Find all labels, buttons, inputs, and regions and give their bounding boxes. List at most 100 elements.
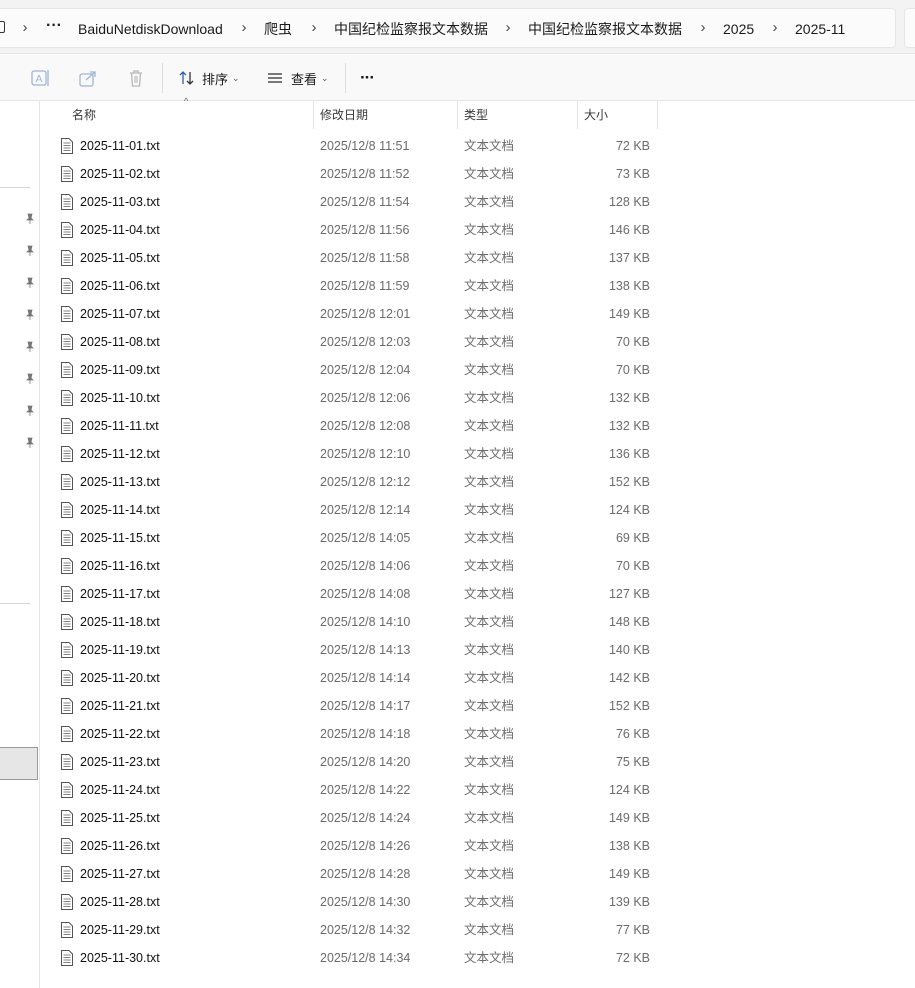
file-modified-date: 2025/12/8 14:24 xyxy=(320,811,411,825)
file-size: 77 KB xyxy=(615,923,650,937)
file-name: 2025-11-08.txt xyxy=(80,335,160,349)
chevron-right-icon[interactable]: › xyxy=(768,18,782,38)
text-file-icon xyxy=(61,838,73,854)
breadcrumb-item-text-data-2[interactable]: 中国纪检监察报文本数据 xyxy=(528,19,682,39)
file-name: 2025-11-19.txt xyxy=(80,643,160,657)
sort-icon xyxy=(179,71,194,85)
pin-icon[interactable] xyxy=(24,309,36,321)
pin-icon[interactable] xyxy=(24,373,36,385)
more-options-button[interactable]: ··· xyxy=(360,66,375,90)
file-row[interactable]: 2025-11-25.txt 2025/12/8 14:24 文本文档 149 KB xyxy=(55,804,658,832)
file-row[interactable]: 2025-11-26.txt 2025/12/8 14:26 文本文档 138 KB xyxy=(55,832,658,860)
file-size: 138 KB xyxy=(608,279,650,293)
file-row[interactable]: 2025-11-14.txt 2025/12/8 12:14 文本文档 124 KB xyxy=(55,496,658,524)
file-modified-date: 2025/12/8 12:12 xyxy=(320,475,411,489)
column-header-row: ^ 名称 修改日期 类型 大小 xyxy=(41,96,658,129)
file-row[interactable]: 2025-11-20.txt 2025/12/8 14:14 文本文档 142 KB xyxy=(55,664,658,692)
file-row[interactable]: 2025-11-07.txt 2025/12/8 12:01 文本文档 149 KB xyxy=(55,300,658,328)
file-name: 2025-11-30.txt xyxy=(80,951,160,965)
pin-icon[interactable] xyxy=(24,341,36,353)
file-size: 70 KB xyxy=(615,559,650,573)
file-row[interactable]: 2025-11-27.txt 2025/12/8 14:28 文本文档 149 KB xyxy=(55,860,658,888)
file-row[interactable]: 2025-11-30.txt 2025/12/8 14:34 文本文档 72 KB xyxy=(55,944,658,972)
file-row[interactable]: 2025-11-11.txt 2025/12/8 12:08 文本文档 132 KB xyxy=(55,412,658,440)
view-button[interactable]: 查看 ⌄ xyxy=(266,66,329,90)
file-type: 文本文档 xyxy=(464,391,515,405)
text-file-icon xyxy=(61,698,73,714)
text-file-icon xyxy=(61,670,73,686)
file-modified-date: 2025/12/8 11:51 xyxy=(320,139,410,153)
text-file-icon xyxy=(61,586,73,602)
text-file-icon xyxy=(61,278,73,294)
pin-icon[interactable] xyxy=(24,405,36,417)
pin-icon[interactable] xyxy=(24,437,36,449)
share-icon[interactable] xyxy=(77,67,99,89)
chevron-right-icon[interactable]: › xyxy=(18,18,32,38)
file-row[interactable]: 2025-11-29.txt 2025/12/8 14:32 文本文档 77 KB xyxy=(55,916,658,944)
file-row[interactable]: 2025-11-24.txt 2025/12/8 14:22 文本文档 124 KB xyxy=(55,776,658,804)
chevron-right-icon[interactable]: › xyxy=(237,18,251,38)
breadcrumb-item-2025-11[interactable]: 2025-11 xyxy=(795,19,845,39)
file-row[interactable]: 2025-11-15.txt 2025/12/8 14:05 文本文档 69 KB xyxy=(55,524,658,552)
file-name: 2025-11-18.txt xyxy=(80,615,160,629)
column-header-date[interactable]: 修改日期 xyxy=(314,101,458,129)
file-row[interactable]: 2025-11-22.txt 2025/12/8 14:18 文本文档 76 KB xyxy=(55,720,658,748)
column-header-size[interactable]: 大小 xyxy=(578,101,658,129)
text-file-icon xyxy=(61,250,73,266)
file-row[interactable]: 2025-11-01.txt 2025/12/8 11:51 文本文档 72 KB xyxy=(55,132,658,160)
chevron-right-icon[interactable]: › xyxy=(501,18,515,38)
file-type: 文本文档 xyxy=(464,363,515,377)
breadcrumb-item-2025[interactable]: 2025 xyxy=(723,19,754,39)
file-row[interactable]: 2025-11-09.txt 2025/12/8 12:04 文本文档 70 KB xyxy=(55,356,658,384)
file-row[interactable]: 2025-11-23.txt 2025/12/8 14:20 文本文档 75 KB xyxy=(55,748,658,776)
file-modified-date: 2025/12/8 11:58 xyxy=(320,251,410,265)
file-type: 文本文档 xyxy=(464,755,515,769)
file-row[interactable]: 2025-11-12.txt 2025/12/8 12:10 文本文档 136 KB xyxy=(55,440,658,468)
file-row[interactable]: 2025-11-05.txt 2025/12/8 11:58 文本文档 137 KB xyxy=(55,244,658,272)
file-row[interactable]: 2025-11-21.txt 2025/12/8 14:17 文本文档 152 KB xyxy=(55,692,658,720)
file-size: 146 KB xyxy=(608,223,650,237)
delete-icon[interactable] xyxy=(125,67,147,89)
file-row[interactable]: 2025-11-17.txt 2025/12/8 14:08 文本文档 127 KB xyxy=(55,580,658,608)
file-name: 2025-11-29.txt xyxy=(80,923,160,937)
nav-item-selected[interactable] xyxy=(0,747,38,780)
breadcrumb-overflow-button[interactable]: ··· xyxy=(46,17,62,35)
sort-button[interactable]: 排序 ⌄ xyxy=(178,66,240,90)
file-modified-date: 2025/12/8 12:04 xyxy=(320,363,411,377)
chevron-right-icon[interactable]: › xyxy=(696,18,710,38)
file-row[interactable]: 2025-11-19.txt 2025/12/8 14:13 文本文档 140 KB xyxy=(55,636,658,664)
file-row[interactable]: 2025-11-02.txt 2025/12/8 11:52 文本文档 73 KB xyxy=(55,160,658,188)
this-pc-icon[interactable] xyxy=(0,21,5,33)
file-row[interactable]: 2025-11-18.txt 2025/12/8 14:10 文本文档 148 KB xyxy=(55,608,658,636)
pin-icon[interactable] xyxy=(24,277,36,289)
file-row[interactable]: 2025-11-08.txt 2025/12/8 12:03 文本文档 70 KB xyxy=(55,328,658,356)
file-row[interactable]: 2025-11-06.txt 2025/12/8 11:59 文本文档 138 KB xyxy=(55,272,658,300)
breadcrumb-item-text-data-1[interactable]: 中国纪检监察报文本数据 xyxy=(334,19,488,39)
file-size: 139 KB xyxy=(608,895,650,909)
search-box[interactable] xyxy=(904,8,915,48)
file-row[interactable]: 2025-11-16.txt 2025/12/8 14:06 文本文档 70 KB xyxy=(55,552,658,580)
file-modified-date: 2025/12/8 14:06 xyxy=(320,559,411,573)
file-type: 文本文档 xyxy=(464,643,515,657)
breadcrumb-item-crawler[interactable]: 爬虫 xyxy=(264,19,292,39)
file-row[interactable]: 2025-11-13.txt 2025/12/8 12:12 文本文档 152 KB xyxy=(55,468,658,496)
pin-icon[interactable] xyxy=(24,245,36,257)
chevron-right-icon[interactable]: › xyxy=(307,18,321,38)
file-row[interactable]: 2025-11-04.txt 2025/12/8 11:56 文本文档 146 KB xyxy=(55,216,658,244)
file-type: 文本文档 xyxy=(464,307,515,321)
pin-icon[interactable] xyxy=(24,213,36,225)
text-file-icon xyxy=(61,362,73,378)
file-modified-date: 2025/12/8 11:59 xyxy=(320,279,410,293)
breadcrumb[interactable]: › ··· BaiduNetdiskDownload › 爬虫 › 中国纪检监察… xyxy=(0,8,896,48)
file-name: 2025-11-23.txt xyxy=(80,755,160,769)
command-bar: A 排序 ⌄ 查看 ⌄ ··· xyxy=(0,55,915,101)
breadcrumb-item-baidunetdiskdownload[interactable]: BaiduNetdiskDownload xyxy=(78,19,223,39)
file-name: 2025-11-20.txt xyxy=(80,671,160,685)
file-size: 149 KB xyxy=(608,811,650,825)
file-row[interactable]: 2025-11-10.txt 2025/12/8 12:06 文本文档 132 KB xyxy=(55,384,658,412)
file-row[interactable]: 2025-11-28.txt 2025/12/8 14:30 文本文档 139 KB xyxy=(55,888,658,916)
column-header-type[interactable]: 类型 xyxy=(458,101,578,129)
file-row[interactable]: 2025-11-03.txt 2025/12/8 11:54 文本文档 128 KB xyxy=(55,188,658,216)
column-header-name[interactable]: 名称 xyxy=(66,101,314,129)
rename-icon[interactable]: A xyxy=(29,67,51,89)
